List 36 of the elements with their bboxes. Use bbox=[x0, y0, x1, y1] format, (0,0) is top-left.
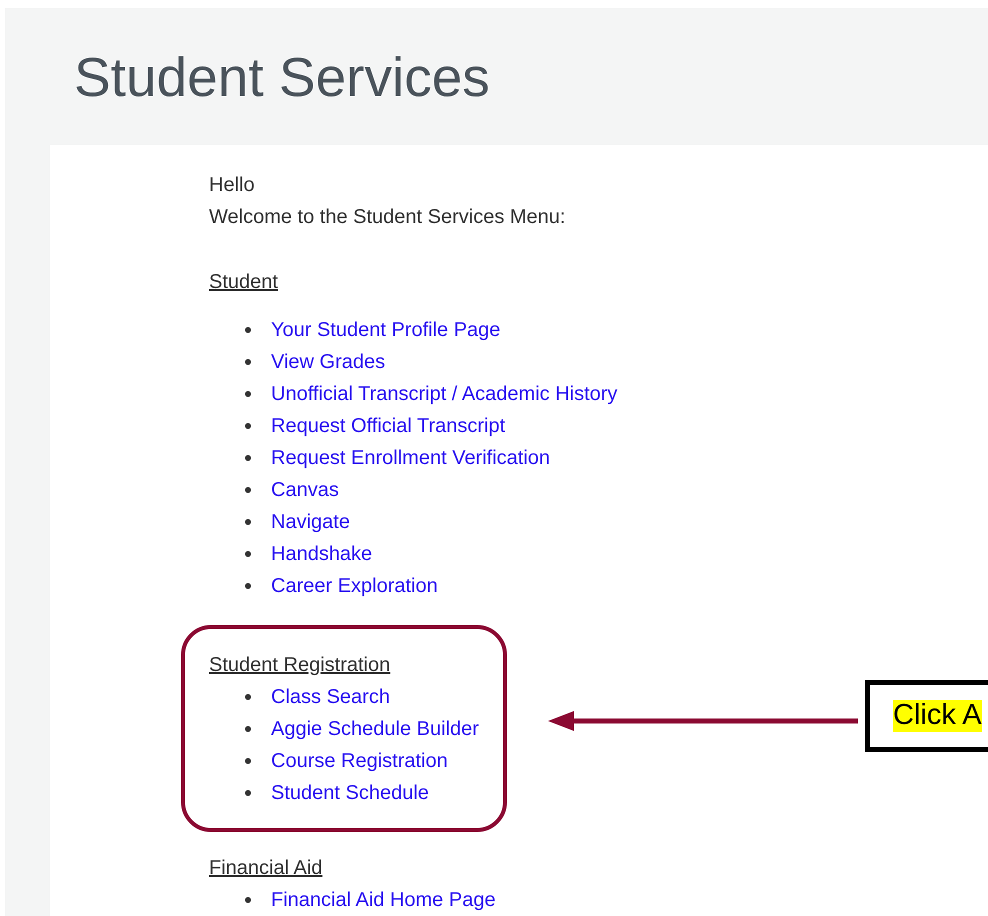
menu-link[interactable]: Request Official Transcript bbox=[271, 414, 506, 438]
menu-link[interactable]: Canvas bbox=[271, 478, 339, 502]
menu-link[interactable]: Navigate bbox=[271, 510, 350, 534]
menu-link[interactable]: Handshake bbox=[271, 542, 372, 566]
greeting-text: Hello bbox=[209, 173, 255, 198]
section-heading: Student bbox=[209, 270, 278, 295]
bullet-icon bbox=[245, 487, 251, 493]
menu-link[interactable]: View Grades bbox=[271, 350, 386, 374]
welcome-text: Welcome to the Student Services Menu: bbox=[209, 205, 566, 230]
bullet-icon bbox=[245, 551, 251, 557]
bullet-icon bbox=[245, 391, 251, 397]
menu-link[interactable]: Aggie Schedule Builder bbox=[271, 718, 479, 740]
bullet-icon bbox=[245, 327, 251, 333]
menu-link[interactable]: Student Schedule bbox=[271, 782, 429, 804]
bullet-icon bbox=[245, 519, 251, 525]
menu-link[interactable]: Course Registration bbox=[271, 750, 448, 772]
arrow-icon bbox=[548, 711, 858, 731]
bullet-icon bbox=[245, 694, 251, 700]
menu-link[interactable]: Request Enrollment Verification bbox=[271, 446, 550, 470]
bullet-icon bbox=[245, 897, 251, 903]
bullet-icon bbox=[245, 726, 251, 732]
menu-link[interactable]: Unofficial Transcript / Academic History bbox=[271, 382, 618, 406]
bullet-icon bbox=[245, 455, 251, 461]
page-title: Student Services bbox=[73, 45, 491, 103]
section-heading: Student Registration bbox=[209, 653, 390, 678]
bullet-icon bbox=[245, 359, 251, 365]
bullet-icon bbox=[245, 583, 251, 589]
menu-link[interactable]: Career Exploration bbox=[271, 574, 438, 598]
section-heading: Financial Aid bbox=[209, 856, 322, 881]
menu-link[interactable]: Financial Aid Home Page bbox=[271, 888, 496, 912]
bullet-icon bbox=[245, 758, 251, 764]
bullet-icon bbox=[245, 423, 251, 429]
bullet-icon bbox=[245, 790, 251, 796]
callout-text: Click A bbox=[893, 700, 982, 732]
menu-link[interactable]: Class Search bbox=[271, 686, 390, 708]
menu-link[interactable]: Your Student Profile Page bbox=[271, 318, 500, 342]
